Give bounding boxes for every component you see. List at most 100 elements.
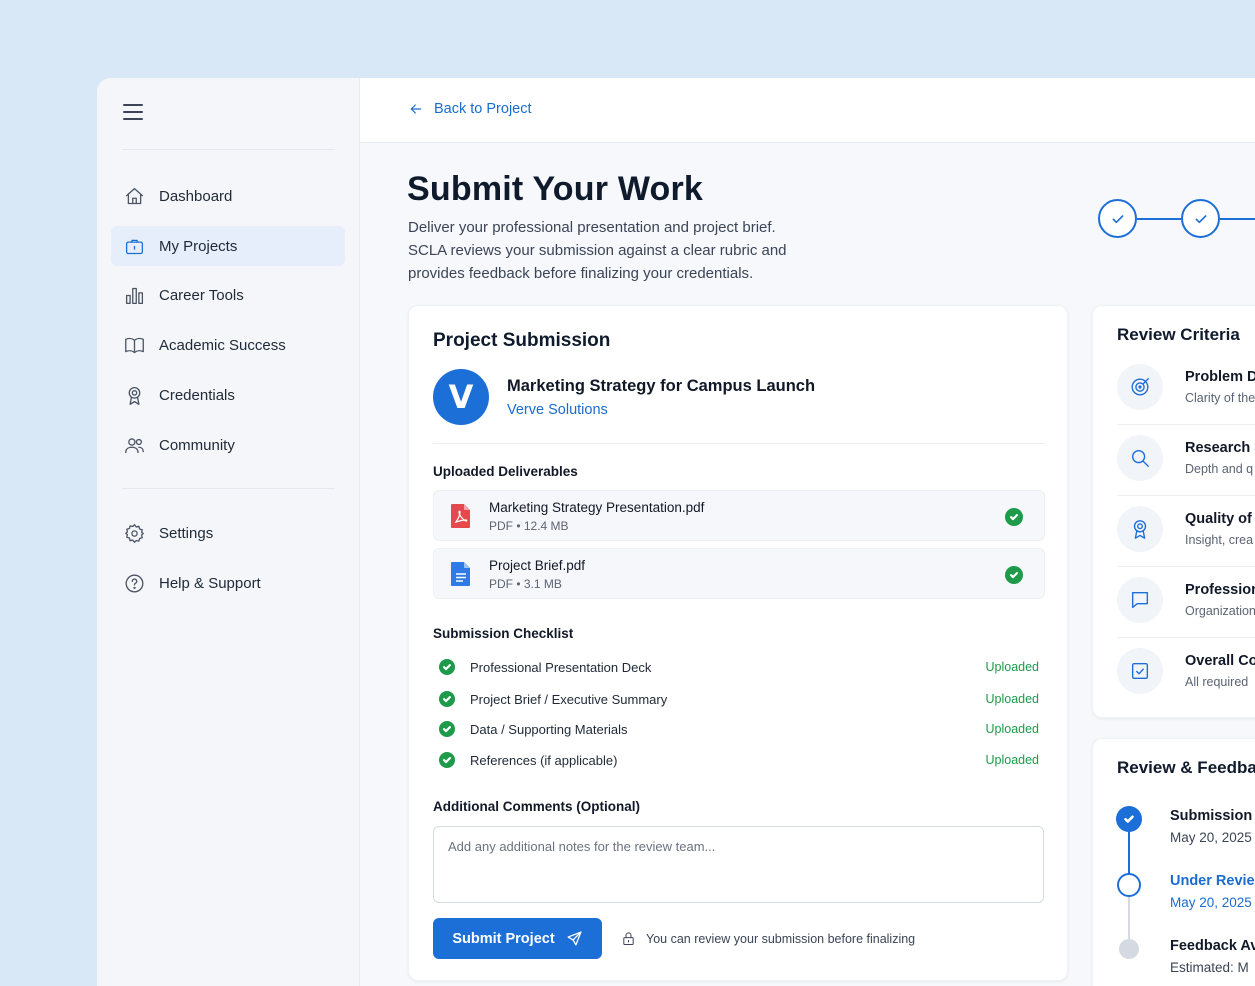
criteria-desc: Clarity of the xyxy=(1185,391,1255,405)
current-step-icon xyxy=(1117,873,1141,897)
checklist-item-label: References (if applicable) xyxy=(470,752,618,768)
checklist-status: Uploaded xyxy=(985,660,1039,674)
checklist-item-label: Data / Supporting Materials xyxy=(470,721,628,737)
sidebar-item-help-support[interactable]: Help & Support xyxy=(111,563,345,603)
page-title: Submit Your Work xyxy=(407,170,704,208)
check-circle-icon xyxy=(439,691,455,707)
file-row[interactable]: Project Brief.pdf PDF • 3.1 MB xyxy=(433,548,1045,599)
briefcase-icon xyxy=(123,235,145,257)
target-icon xyxy=(1117,364,1163,410)
checklist-item-label: Professional Presentation Deck xyxy=(470,659,652,675)
sidebar-item-community[interactable]: Community xyxy=(111,425,345,465)
check-circle-icon xyxy=(439,752,455,768)
step-connector xyxy=(1220,217,1255,220)
criteria-desc: All required xyxy=(1185,675,1249,689)
timeline-step-date: Estimated: M xyxy=(1170,960,1249,975)
step-complete-check-icon xyxy=(1181,199,1220,238)
criteria-name: Overall Co xyxy=(1185,653,1255,669)
uploaded-check-icon xyxy=(1005,566,1023,584)
sidebar-item-dashboard[interactable]: Dashboard xyxy=(111,176,345,216)
deliverables-heading: Uploaded Deliverables xyxy=(433,464,578,479)
uploaded-check-icon xyxy=(1005,508,1023,526)
criteria-desc: Insight, crea xyxy=(1185,533,1254,547)
search-icon xyxy=(1117,435,1163,481)
pdf-file-icon xyxy=(451,504,470,528)
back-link-label: Back to Project xyxy=(434,101,532,117)
lock-note-text: You can review your submission before fi… xyxy=(646,931,916,946)
award-icon xyxy=(123,384,145,406)
additional-comments-field[interactable] xyxy=(433,826,1044,903)
sidebar-item-credentials[interactable]: Credentials xyxy=(111,375,345,415)
timeline-connector xyxy=(1128,897,1130,941)
checklist-item: Data / Supporting Materials Uploaded xyxy=(439,719,1039,739)
company-link[interactable]: Verve Solutions xyxy=(507,402,608,418)
sidebar: Dashboard My Projects Career Tools Acade… xyxy=(97,78,360,986)
sidebar-item-label: Dashboard xyxy=(159,187,233,205)
timeline-step-date: May 20, 2025 xyxy=(1170,830,1252,845)
project-submission-card: Project Submission V Marketing Strategy … xyxy=(408,305,1068,981)
sidebar-divider xyxy=(122,149,335,150)
criteria-name: Research a xyxy=(1185,440,1255,456)
checklist-status: Uploaded xyxy=(985,722,1039,736)
company-logo: V xyxy=(433,369,489,425)
criteria-name: Profession xyxy=(1185,582,1255,598)
timeline-step-name: Under Revie xyxy=(1170,873,1255,889)
bar-chart-icon xyxy=(123,284,145,306)
sidebar-item-label: Settings xyxy=(159,524,214,542)
pending-step-icon xyxy=(1119,939,1139,959)
sidebar-item-my-projects[interactable]: My Projects xyxy=(111,226,345,266)
check-circle-icon xyxy=(439,659,455,675)
review-feedback-card: Review & Feedbac Submission I May 20, 20… xyxy=(1092,738,1255,986)
file-meta: PDF • 12.4 MB xyxy=(489,519,569,533)
sidebar-item-settings[interactable]: Settings xyxy=(111,513,345,553)
file-name: Marketing Strategy Presentation.pdf xyxy=(489,500,705,515)
checklist-item: Project Brief / Executive Summary Upload… xyxy=(439,689,1039,709)
award-icon xyxy=(1117,506,1163,552)
criteria-item: Problem D Clarity of the xyxy=(1117,354,1255,424)
criteria-desc: Depth and q xyxy=(1185,462,1254,476)
sidebar-item-label: Help & Support xyxy=(159,574,261,592)
timeline-connector xyxy=(1128,829,1130,875)
document-file-icon xyxy=(451,562,470,586)
submit-button-label: Submit Project xyxy=(452,930,555,947)
checklist-status: Uploaded xyxy=(985,753,1039,767)
timeline-step-name: Submission I xyxy=(1170,808,1255,824)
page-description: Deliver your professional presentation a… xyxy=(408,219,787,282)
submit-project-button[interactable]: Submit Project xyxy=(433,918,602,959)
users-icon xyxy=(123,434,145,456)
sidebar-divider xyxy=(122,488,335,489)
sidebar-item-career-tools[interactable]: Career Tools xyxy=(111,275,345,315)
comments-heading: Additional Comments (Optional) xyxy=(433,799,640,814)
chat-bubble-icon xyxy=(1117,577,1163,623)
checklist-item: References (if applicable) Uploaded xyxy=(439,750,1039,770)
check-circle-icon xyxy=(439,721,455,737)
card-title: Review & Feedbac xyxy=(1117,758,1255,777)
card-title: Review Criteria xyxy=(1117,325,1240,344)
back-to-project-link[interactable]: Back to Project xyxy=(408,101,532,117)
checklist-item-label: Project Brief / Executive Summary xyxy=(470,691,668,707)
sidebar-item-academic-success[interactable]: Academic Success xyxy=(111,325,345,365)
criteria-desc: Organization xyxy=(1185,604,1255,618)
file-meta: PDF • 3.1 MB xyxy=(489,577,562,591)
section-divider xyxy=(433,443,1045,444)
gear-icon xyxy=(123,522,145,544)
step-connector xyxy=(1137,217,1181,220)
sidebar-item-label: Academic Success xyxy=(159,336,286,354)
checkbox-icon xyxy=(1117,648,1163,694)
help-circle-icon xyxy=(123,572,145,594)
criteria-item: Quality of Insight, crea xyxy=(1117,496,1255,566)
checklist-heading: Submission Checklist xyxy=(433,626,574,641)
book-icon xyxy=(123,334,145,356)
timeline-step-name: Feedback Av xyxy=(1170,938,1255,954)
send-icon xyxy=(567,931,582,946)
criteria-name: Quality of xyxy=(1185,511,1252,527)
file-row[interactable]: Marketing Strategy Presentation.pdf PDF … xyxy=(433,490,1045,541)
card-title: Project Submission xyxy=(433,330,611,351)
sidebar-item-label: Community xyxy=(159,436,235,454)
project-name: Marketing Strategy for Campus Launch xyxy=(507,377,816,395)
timeline-step-date: May 20, 2025 xyxy=(1170,895,1252,910)
lock-note: You can review your submission before fi… xyxy=(621,931,915,946)
arrow-left-icon xyxy=(410,104,422,114)
menu-toggle-icon[interactable] xyxy=(123,104,143,120)
sidebar-item-label: My Projects xyxy=(159,237,238,255)
